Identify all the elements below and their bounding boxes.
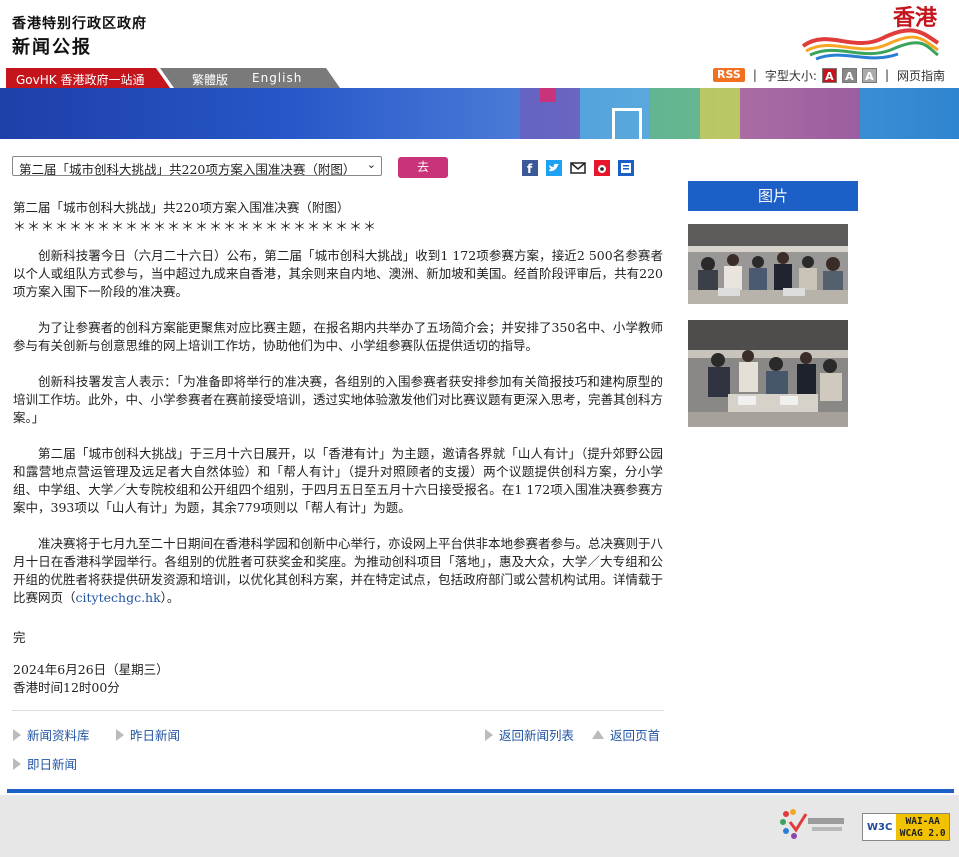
banner-block: [860, 88, 959, 139]
divider: |: [752, 68, 757, 82]
language-bar: [160, 68, 340, 88]
arrow-right-icon: [485, 728, 493, 741]
utility-tools: RSS | 字型大小: A A A | 网页指南: [713, 66, 945, 84]
article-end-mark: 完: [13, 630, 26, 645]
font-size-large-button[interactable]: A: [821, 67, 837, 83]
banner-block: [612, 108, 642, 139]
back-to-list-label: 返回新闻列表: [499, 728, 575, 743]
yesterday-news-label: 昨日新闻: [130, 728, 181, 743]
arrow-right-icon: [13, 728, 21, 741]
lang-english-link[interactable]: English: [252, 71, 302, 85]
weibo-icon[interactable]: [594, 160, 610, 176]
wcag-version: WCAG 2.0: [899, 828, 946, 839]
instant-news-label: 即日新闻: [27, 757, 78, 772]
back-to-top-label: 返回页首: [610, 728, 661, 743]
article-paragraph: 为了让参赛者的创科方案能更聚焦对应比赛主题，在报名期内共举办了五场简介会；并安排…: [13, 320, 663, 353]
divider: |: [884, 68, 889, 82]
svg-text:f: f: [527, 162, 533, 176]
article-date: 2024年6月26日（星期三）: [13, 662, 169, 677]
arrow-up-icon: [592, 730, 604, 739]
back-to-top-link[interactable]: 返回页首: [592, 725, 660, 744]
article-title: 第二届「城市创科大挑战」共220项方案入围准决赛（附图）: [13, 200, 350, 215]
photo-thumbnail[interactable]: [688, 224, 848, 304]
instant-news-link[interactable]: 即日新闻: [13, 754, 77, 773]
banner-block: [700, 88, 740, 139]
facebook-icon[interactable]: f: [522, 160, 538, 176]
competition-website-link[interactable]: citytechgc.hk: [76, 590, 161, 605]
font-size-medium-button[interactable]: A: [841, 67, 857, 83]
email-icon[interactable]: [570, 160, 586, 176]
w3c-wcag-badge[interactable]: W3C WAI-AA WCAG 2.0: [862, 813, 950, 841]
web-guide-link[interactable]: 网页指南: [897, 67, 945, 84]
arrow-right-icon: [116, 728, 124, 741]
title-divider-stars: ＊＊＊＊＊＊＊＊＊＊＊＊＊＊＊＊＊＊＊＊＊＊＊＊＊＊: [13, 220, 378, 235]
web-for-all-badge-icon[interactable]: [778, 808, 846, 840]
chevron-down-icon: ⌄: [366, 158, 376, 171]
paragraph-text: ）。: [160, 590, 180, 605]
divider: [12, 710, 664, 711]
photo-section-header: 图片: [688, 181, 858, 211]
rss-icon[interactable]: RSS: [713, 68, 745, 82]
w3c-label: W3C: [867, 821, 893, 833]
banner-block: [740, 88, 860, 139]
news-select-dropdown[interactable]: 第二届「城市创科大挑战」共220项方案入围准决赛（附图） ⌄: [12, 156, 382, 176]
share-icons: f: [522, 160, 634, 176]
wcag-level-box: WAI-AA WCAG 2.0: [896, 814, 949, 840]
news-select-value: 第二届「城市创科大挑战」共220项方案入围准决赛（附图）: [19, 162, 356, 176]
article-time: 香港时间12时00分: [13, 680, 120, 695]
yesterday-news-link[interactable]: 昨日新闻: [116, 725, 180, 744]
font-size-label: 字型大小:: [764, 68, 817, 83]
lang-traditional-link[interactable]: 繁體版: [192, 71, 228, 88]
article-paragraph: 创新科技署今日（六月二十六日）公布，第二届「城市创科大挑战」收到1 172项参赛…: [13, 248, 663, 299]
font-size-small-button[interactable]: A: [861, 67, 877, 83]
photo-thumbnail[interactable]: [688, 320, 848, 427]
article-paragraph: 第二届「城市创科大挑战」于三月十六日展开，以「香港有计」为主题，邀请各界就「山人…: [13, 446, 663, 515]
news-archive-label: 新闻资料库: [27, 728, 90, 743]
government-name: 香港特别行政区政府: [12, 16, 147, 32]
wcag-level: WAI-AA: [905, 816, 940, 827]
article-paragraph: 创新科技署发言人表示：「为准备即将举行的准决赛，各组别的入围参赛者获安排参加有关…: [13, 374, 664, 425]
decorative-banner: [0, 88, 959, 139]
go-button[interactable]: 去: [398, 157, 448, 178]
govhk-link[interactable]: GovHK 香港政府一站通: [6, 68, 170, 88]
banner-block: [540, 88, 556, 102]
article-paragraph: 准决赛将于七月九至二十日期间在香港科学园和创新中心举行，亦设网上平台供非本地参赛…: [13, 535, 663, 607]
brand-hong-kong-logo[interactable]: [798, 8, 943, 63]
news-archive-link[interactable]: 新闻资料库: [13, 725, 90, 744]
page-header: 香港特别行政区政府 新闻公报 香港: [0, 0, 959, 68]
twitter-icon[interactable]: [546, 160, 562, 176]
print-icon[interactable]: [618, 160, 634, 176]
site-title[interactable]: 新闻公报: [12, 33, 92, 59]
back-to-list-link[interactable]: 返回新闻列表: [485, 725, 574, 744]
arrow-right-icon: [13, 757, 21, 770]
govhk-label: GovHK 香港政府一站通: [16, 73, 145, 87]
footer-divider: [7, 789, 954, 793]
